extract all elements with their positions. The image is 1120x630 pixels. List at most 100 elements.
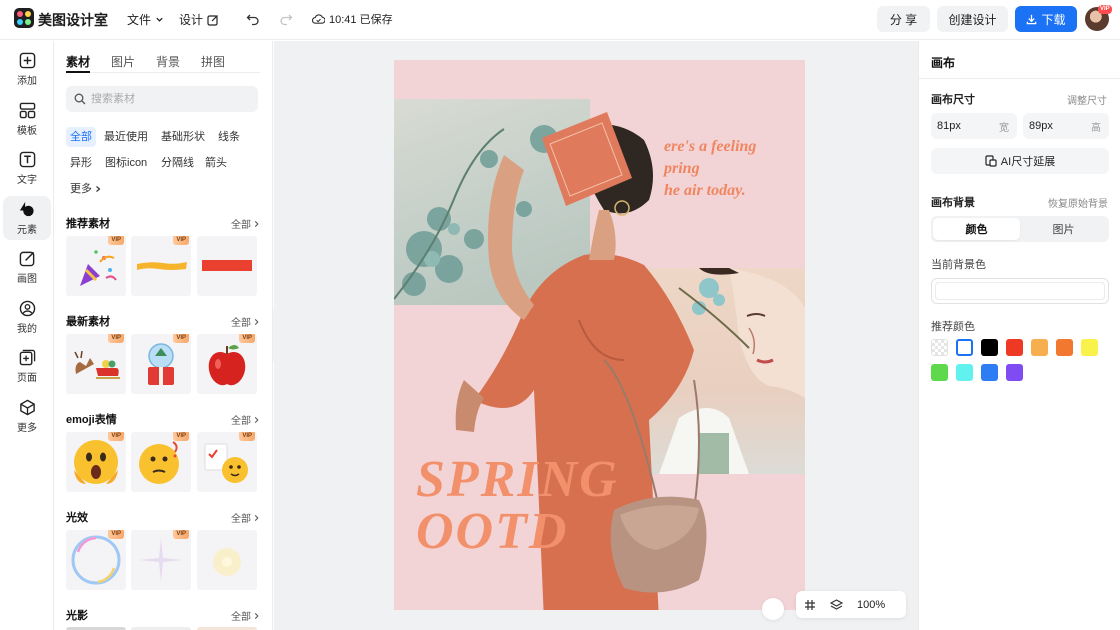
chip-dividers[interactable]: 分隔线	[157, 153, 198, 173]
adjust-size-link[interactable]: 调整尺寸	[1067, 92, 1107, 107]
color-swatch-white[interactable]	[956, 339, 973, 356]
rail-label: 添加	[17, 75, 37, 87]
design-menu[interactable]: 设计	[179, 11, 219, 28]
see-all-label: 全部	[231, 318, 251, 329]
chip-arrows[interactable]: 箭头	[201, 153, 231, 173]
height-field[interactable]: 89px 高	[1023, 113, 1109, 139]
tab-backgrounds[interactable]: 背景	[156, 53, 180, 70]
edit-icon	[207, 14, 218, 26]
section-title: emoji表情	[66, 414, 117, 426]
asset-tile[interactable]: VIP	[131, 530, 191, 590]
see-all-link[interactable]: 全部	[231, 412, 260, 427]
artboard-headline[interactable]: SPRING OOTD	[416, 454, 619, 558]
reindeer-sleigh-icon	[74, 350, 120, 379]
color-swatch-light-orange[interactable]	[1031, 339, 1048, 356]
chip-basic-shapes[interactable]: 基础形状	[157, 127, 209, 147]
chip-more[interactable]: 更多	[66, 179, 106, 199]
see-all-link[interactable]: 全部	[231, 608, 260, 623]
tab-collage[interactable]: 拼图	[201, 53, 225, 70]
artboard[interactable]: ere's a feeling pring he air today. SPRI…	[394, 60, 805, 610]
file-menu[interactable]: 文件	[127, 11, 164, 28]
help-button[interactable]	[762, 598, 784, 620]
redo-button[interactable]	[277, 10, 295, 28]
download-button[interactable]: 下载	[1015, 6, 1077, 32]
chip-icons[interactable]: 图标icon	[101, 153, 151, 173]
color-swatch-yellow[interactable]	[1081, 339, 1098, 356]
undo-button[interactable]	[244, 10, 262, 28]
see-all-link[interactable]: 全部	[231, 216, 260, 231]
draw-icon	[19, 251, 34, 266]
rail-item-more[interactable]: 更多	[3, 394, 51, 438]
search-input[interactable]	[91, 93, 241, 105]
bg-tab-color[interactable]: 颜色	[933, 218, 1020, 240]
color-swatch-orange[interactable]	[1056, 339, 1073, 356]
ai-resize-button[interactable]: AI尺寸延展	[931, 148, 1109, 174]
zoom-level[interactable]: 100%	[857, 599, 885, 611]
rail-item-mine[interactable]: 我的	[3, 295, 51, 339]
vip-tag: VIP	[173, 432, 189, 441]
asset-tabs: 素材 图片 背景 拼图	[66, 53, 225, 70]
cloud-check-icon	[312, 14, 325, 24]
search-icon	[74, 93, 86, 105]
width-field[interactable]: 81px 宽	[931, 113, 1017, 139]
rail-item-draw[interactable]: 画图	[3, 245, 51, 289]
current-bg-color[interactable]	[931, 278, 1109, 304]
color-swatch-cyan[interactable]	[956, 364, 973, 381]
tab-materials[interactable]: 素材	[66, 53, 90, 70]
color-swatch-transparent[interactable]	[931, 339, 948, 356]
asset-tile[interactable]	[197, 236, 257, 296]
color-swatch-black[interactable]	[981, 339, 998, 356]
vip-tag: VIP	[108, 432, 124, 441]
asset-tile[interactable]: VIP	[66, 530, 126, 590]
artboard-quote-text[interactable]: ere's a feeling pring he air today.	[664, 136, 805, 202]
layers-icon[interactable]	[830, 598, 843, 611]
quote-line: ere's a feeling	[664, 138, 757, 155]
divider	[919, 78, 1120, 79]
chevron-right-icon	[254, 416, 259, 423]
chip-recent[interactable]: 最近使用	[100, 127, 152, 147]
tab-images[interactable]: 图片	[111, 53, 135, 70]
app-name: 美图设计室	[38, 12, 108, 28]
create-design-button[interactable]: 创建设计	[937, 6, 1008, 32]
asset-tile[interactable]: VIP	[66, 236, 126, 296]
see-all-link[interactable]: 全部	[231, 314, 260, 329]
text-icon	[19, 151, 35, 167]
headline-line: SPRING	[416, 451, 619, 508]
chevron-right-icon	[254, 612, 259, 619]
color-swatch-blue[interactable]	[981, 364, 998, 381]
app-logo[interactable]	[14, 8, 34, 28]
restore-bg-link[interactable]: 恢复原始背景	[1048, 195, 1108, 210]
canvas-bg-label: 画布背景	[931, 197, 975, 209]
asset-tile[interactable]: VIP	[197, 334, 257, 394]
shocked-face-icon	[74, 440, 118, 484]
color-swatch-green[interactable]	[931, 364, 948, 381]
vip-tag: VIP	[239, 334, 255, 343]
rail-item-page[interactable]: 页面	[3, 344, 51, 388]
chip-lines[interactable]: 线条	[214, 127, 244, 147]
rail-item-add[interactable]: 添加	[3, 47, 51, 91]
rail-item-text[interactable]: 文字	[3, 146, 51, 190]
asset-tile[interactable]: VIP	[197, 432, 257, 492]
rail-item-elements[interactable]: 元素	[3, 196, 51, 240]
color-swatch-red[interactable]	[1006, 339, 1023, 356]
rail-item-template[interactable]: 模板	[3, 97, 51, 141]
chip-irregular[interactable]: 异形	[66, 153, 96, 173]
download-icon	[1027, 14, 1037, 24]
top-bar: 美图设计室 文件 设计 10:41 已保存 分 享 创建设计 下载 VIP	[0, 0, 1120, 40]
vip-badge: VIP	[1098, 5, 1112, 14]
quote-line: he air today.	[664, 182, 746, 199]
grid-icon[interactable]	[804, 599, 816, 611]
asset-search[interactable]	[66, 86, 258, 112]
asset-tile[interactable]	[197, 530, 257, 590]
asset-tile[interactable]: VIP	[131, 334, 191, 394]
chip-all[interactable]: 全部	[66, 127, 96, 147]
download-label: 下载	[1041, 12, 1066, 27]
see-all-link[interactable]: 全部	[231, 510, 260, 525]
bg-tab-image[interactable]: 图片	[1020, 218, 1107, 240]
color-swatch-purple[interactable]	[1006, 364, 1023, 381]
asset-tile[interactable]: VIP	[66, 432, 126, 492]
share-button[interactable]: 分 享	[877, 6, 930, 32]
asset-tile[interactable]: VIP	[131, 432, 191, 492]
asset-tile[interactable]: VIP	[66, 334, 126, 394]
asset-tile[interactable]: VIP	[131, 236, 191, 296]
